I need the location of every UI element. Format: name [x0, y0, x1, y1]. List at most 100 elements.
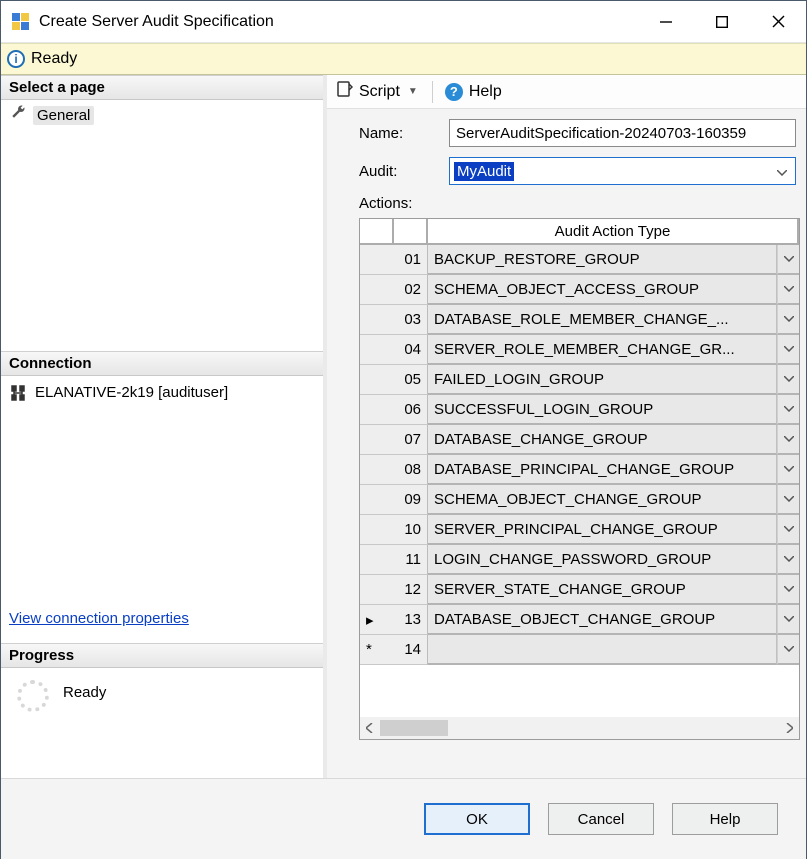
chevron-down-icon[interactable]: [777, 245, 799, 275]
horizontal-scrollbar[interactable]: [360, 717, 799, 739]
main-pane: Script ▼ ? Help Name: Audit: MyAudit: [323, 75, 806, 778]
row-number-text: 08: [404, 461, 421, 478]
help-button[interactable]: ? Help: [441, 81, 506, 103]
row-number-text: 06: [404, 401, 421, 418]
row-indicator-icon: *: [366, 641, 372, 658]
table-row[interactable]: 03 DATABASE_ROLE_MEMBER_CHANGE_...: [360, 305, 799, 335]
action-type-cell[interactable]: DATABASE_PRINCIPAL_CHANGE_GROUP: [428, 455, 777, 485]
row-header: 05: [360, 365, 428, 395]
name-label: Name:: [359, 125, 449, 142]
maximize-button[interactable]: [694, 3, 750, 41]
chevron-down-icon[interactable]: [777, 575, 799, 605]
action-type-cell[interactable]: SCHEMA_OBJECT_CHANGE_GROUP: [428, 485, 777, 515]
action-type-cell[interactable]: LOGIN_CHANGE_PASSWORD_GROUP: [428, 545, 777, 575]
chevron-down-icon[interactable]: [777, 485, 799, 515]
table-row[interactable]: 01 BACKUP_RESTORE_GROUP: [360, 245, 799, 275]
table-row[interactable]: ▸ 13 DATABASE_OBJECT_CHANGE_GROUP: [360, 605, 799, 635]
progress-spinner-icon: [17, 680, 49, 712]
action-type-cell[interactable]: DATABASE_CHANGE_GROUP: [428, 425, 777, 455]
close-button[interactable]: [750, 3, 806, 41]
action-type-cell[interactable]: SERVER_PRINCIPAL_CHANGE_GROUP: [428, 515, 777, 545]
row-number-text: 02: [404, 281, 421, 298]
name-input[interactable]: [449, 119, 796, 147]
row-header: 03: [360, 305, 428, 335]
action-type-cell[interactable]: SERVER_ROLE_MEMBER_CHANGE_GR...: [428, 335, 777, 365]
row-number-text: 13: [404, 611, 421, 628]
table-row[interactable]: 02 SCHEMA_OBJECT_ACCESS_GROUP: [360, 275, 799, 305]
row-number-text: 01: [404, 251, 421, 268]
grid-empty-area: [360, 665, 799, 717]
row-header: 12: [360, 575, 428, 605]
action-type-cell[interactable]: [428, 635, 777, 665]
ok-button[interactable]: OK: [424, 803, 530, 835]
toolbar-separator: [432, 81, 433, 103]
action-type-cell[interactable]: DATABASE_ROLE_MEMBER_CHANGE_...: [428, 305, 777, 335]
table-row[interactable]: 10 SERVER_PRINCIPAL_CHANGE_GROUP: [360, 515, 799, 545]
row-header: 02: [360, 275, 428, 305]
chevron-down-icon[interactable]: [777, 275, 799, 305]
action-type-cell[interactable]: SCHEMA_OBJECT_ACCESS_GROUP: [428, 275, 777, 305]
scroll-right-icon[interactable]: [779, 720, 799, 737]
audit-combo[interactable]: MyAudit: [449, 157, 796, 185]
table-row[interactable]: 07 DATABASE_CHANGE_GROUP: [360, 425, 799, 455]
chevron-down-icon[interactable]: [777, 635, 799, 665]
table-row[interactable]: 04 SERVER_ROLE_MEMBER_CHANGE_GR...: [360, 335, 799, 365]
row-header: 08: [360, 455, 428, 485]
table-row[interactable]: 06 SUCCESSFUL_LOGIN_GROUP: [360, 395, 799, 425]
chevron-down-icon[interactable]: [777, 425, 799, 455]
connection-heading: Connection: [1, 351, 323, 376]
row-number-text: 07: [404, 431, 421, 448]
row-number-text: 04: [404, 341, 421, 358]
action-type-cell[interactable]: FAILED_LOGIN_GROUP: [428, 365, 777, 395]
minimize-button[interactable]: [638, 3, 694, 41]
table-row[interactable]: 12SERVER_STATE_CHANGE_GROUP: [360, 575, 799, 605]
help-label: Help: [469, 83, 502, 101]
action-type-cell[interactable]: SUCCESSFUL_LOGIN_GROUP: [428, 395, 777, 425]
row-header: 07: [360, 425, 428, 455]
page-item-general[interactable]: General: [1, 100, 323, 130]
scrollbar-thumb[interactable]: [380, 720, 448, 736]
table-row[interactable]: 09 SCHEMA_OBJECT_CHANGE_GROUP: [360, 485, 799, 515]
script-button[interactable]: Script ▼: [333, 79, 424, 104]
row-number-text: 03: [404, 311, 421, 328]
chevron-down-icon[interactable]: [777, 305, 799, 335]
grid-rownum-header: [394, 219, 428, 245]
action-type-cell[interactable]: SERVER_STATE_CHANGE_GROUP: [428, 575, 777, 605]
help-icon: ?: [445, 83, 463, 101]
chevron-down-icon[interactable]: [777, 365, 799, 395]
actions-label: Actions:: [359, 195, 412, 212]
table-row[interactable]: 11LOGIN_CHANGE_PASSWORD_GROUP: [360, 545, 799, 575]
script-label: Script: [359, 83, 400, 101]
status-banner: i Ready: [1, 43, 806, 75]
connection-server-text: ELANATIVE-2k19 [audituser]: [35, 384, 228, 401]
row-indicator-icon: ▸: [366, 611, 374, 629]
cancel-button[interactable]: Cancel: [548, 803, 654, 835]
chevron-down-icon[interactable]: [777, 545, 799, 575]
row-header: 09: [360, 485, 428, 515]
chevron-down-icon[interactable]: [777, 395, 799, 425]
row-number-text: 09: [404, 491, 421, 508]
title-bar: Create Server Audit Specification: [1, 1, 806, 43]
scroll-left-icon[interactable]: [360, 720, 380, 737]
wrench-icon: [11, 105, 27, 125]
grid-header-action-type[interactable]: Audit Action Type: [428, 219, 799, 245]
audit-combo-value: MyAudit: [454, 162, 514, 181]
connection-properties-link[interactable]: View connection properties: [9, 610, 315, 635]
chevron-down-icon[interactable]: [777, 335, 799, 365]
app-icon: [11, 12, 31, 32]
action-type-cell[interactable]: DATABASE_OBJECT_CHANGE_GROUP: [428, 605, 777, 635]
table-row[interactable]: * 14: [360, 635, 799, 665]
action-type-cell[interactable]: BACKUP_RESTORE_GROUP: [428, 245, 777, 275]
chevron-down-icon[interactable]: [777, 605, 799, 635]
row-number-text: 14: [404, 641, 421, 658]
chevron-down-icon[interactable]: [777, 455, 799, 485]
chevron-down-icon: [769, 163, 795, 180]
table-row[interactable]: 05FAILED_LOGIN_GROUP: [360, 365, 799, 395]
window-title: Create Server Audit Specification: [39, 13, 274, 31]
info-icon: i: [7, 50, 25, 68]
help-dialog-button[interactable]: Help: [672, 803, 778, 835]
chevron-down-icon[interactable]: [777, 515, 799, 545]
row-number-text: 10: [404, 521, 421, 538]
table-row[interactable]: 08 DATABASE_PRINCIPAL_CHANGE_GROUP: [360, 455, 799, 485]
row-header: ▸ 13: [360, 605, 428, 635]
